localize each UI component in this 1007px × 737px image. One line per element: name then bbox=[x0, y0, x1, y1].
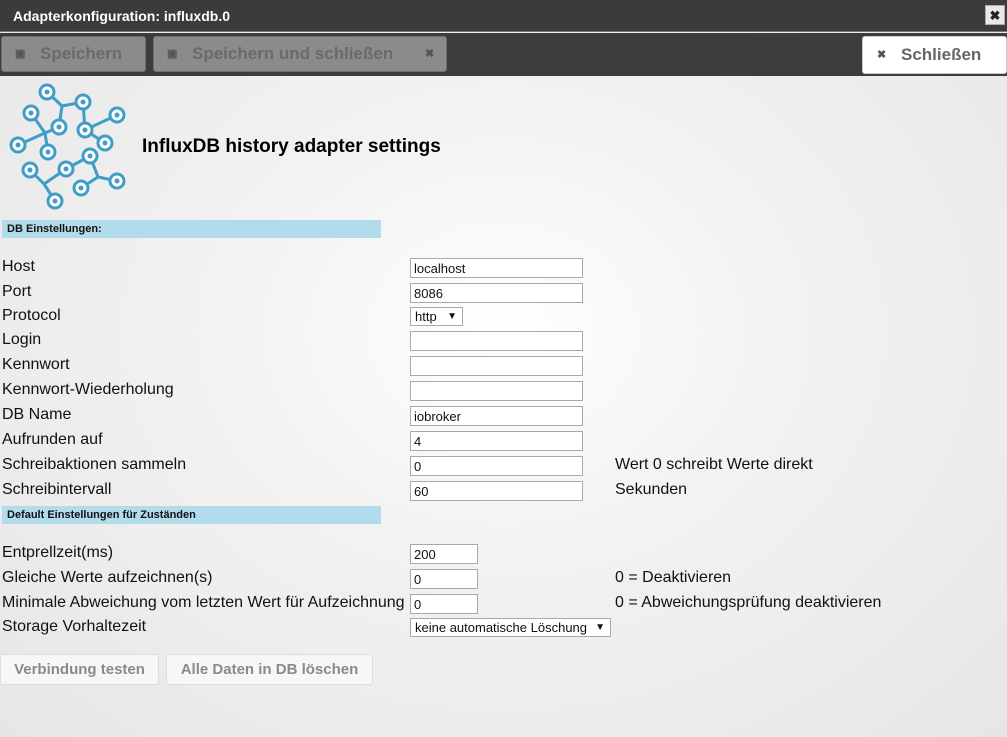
round-label: Aufrunden auf bbox=[2, 431, 103, 448]
protocol-select[interactable]: http ▼ bbox=[410, 307, 463, 326]
save-button[interactable]: ▣ Speichern bbox=[1, 36, 146, 72]
login-label: Login bbox=[2, 331, 42, 348]
min-change-input[interactable] bbox=[410, 594, 478, 614]
db-name-input[interactable] bbox=[410, 406, 583, 426]
window-title: Adapterkonfiguration: influxdb.0 bbox=[13, 8, 230, 24]
password-input[interactable] bbox=[410, 356, 583, 376]
retention-select-value: keine automatische Löschung bbox=[415, 620, 588, 635]
section-default-settings: Default Einstellungen für Zuständen bbox=[2, 506, 381, 524]
test-connection-button[interactable]: Verbindung testen bbox=[0, 654, 159, 685]
collect-writes-label: Schreibaktionen sammeln bbox=[2, 456, 187, 473]
login-input[interactable] bbox=[410, 331, 583, 351]
page-title: InfluxDB history adapter settings bbox=[142, 136, 441, 157]
window-close-icon[interactable]: ✖ bbox=[985, 5, 1005, 25]
write-interval-input[interactable] bbox=[410, 481, 583, 501]
close-icon: ✖ bbox=[425, 48, 435, 60]
save-and-close-button[interactable]: ▣ Speichern und schließen ✖ bbox=[153, 36, 447, 72]
host-label: Host bbox=[2, 258, 35, 275]
close-button[interactable]: ✖ Schließen bbox=[862, 36, 1007, 74]
close-icon: ✖ bbox=[877, 49, 887, 61]
chevron-down-icon: ▼ bbox=[595, 622, 605, 633]
save-and-close-label: Speichern und schließen bbox=[192, 44, 394, 63]
write-interval-hint: Sekunden bbox=[615, 481, 688, 498]
same-values-label: Gleiche Werte aufzeichnen(s) bbox=[2, 569, 213, 586]
debounce-input[interactable] bbox=[410, 544, 478, 564]
save-icon: ▣ bbox=[167, 48, 178, 60]
retention-select[interactable]: keine automatische Löschung ▼ bbox=[410, 618, 611, 637]
password-repeat-label: Kennwort-Wiederholung bbox=[2, 381, 174, 398]
min-change-label: Minimale Abweichung vom letzten Wert für… bbox=[2, 594, 405, 611]
toolbar: ▣ Speichern ▣ Speichern und schließen ✖ … bbox=[0, 33, 1007, 76]
host-input[interactable] bbox=[410, 258, 583, 278]
write-interval-label: Schreibintervall bbox=[2, 481, 112, 498]
protocol-select-value: http bbox=[415, 309, 437, 324]
protocol-label: Protocol bbox=[2, 307, 61, 324]
collect-writes-hint: Wert 0 schreibt Werte direkt bbox=[615, 456, 813, 473]
same-values-hint: 0 = Deaktivieren bbox=[615, 569, 732, 586]
close-button-label: Schließen bbox=[901, 45, 982, 64]
retention-label: Storage Vorhaltezeit bbox=[2, 618, 147, 635]
port-input[interactable] bbox=[410, 283, 583, 303]
same-values-input[interactable] bbox=[410, 569, 478, 589]
db-name-label: DB Name bbox=[2, 406, 72, 423]
window-titlebar: Adapterkonfiguration: influxdb.0 ✖ bbox=[0, 0, 1007, 32]
delete-all-data-button[interactable]: Alle Daten in DB löschen bbox=[166, 654, 373, 685]
save-icon: ▣ bbox=[15, 48, 26, 60]
collect-writes-input[interactable] bbox=[410, 456, 583, 476]
save-button-label: Speichern bbox=[40, 44, 123, 63]
section-db-settings: DB Einstellungen: bbox=[2, 220, 381, 238]
influxdb-logo-icon bbox=[9, 83, 126, 210]
chevron-down-icon: ▼ bbox=[447, 311, 457, 322]
port-label: Port bbox=[2, 283, 32, 300]
password-label: Kennwort bbox=[2, 356, 70, 373]
round-input[interactable] bbox=[410, 431, 583, 451]
debounce-label: Entprellzeit(ms) bbox=[2, 544, 114, 561]
password-repeat-input[interactable] bbox=[410, 381, 583, 401]
min-change-hint: 0 = Abweichungsprüfung deaktivieren bbox=[615, 594, 882, 611]
